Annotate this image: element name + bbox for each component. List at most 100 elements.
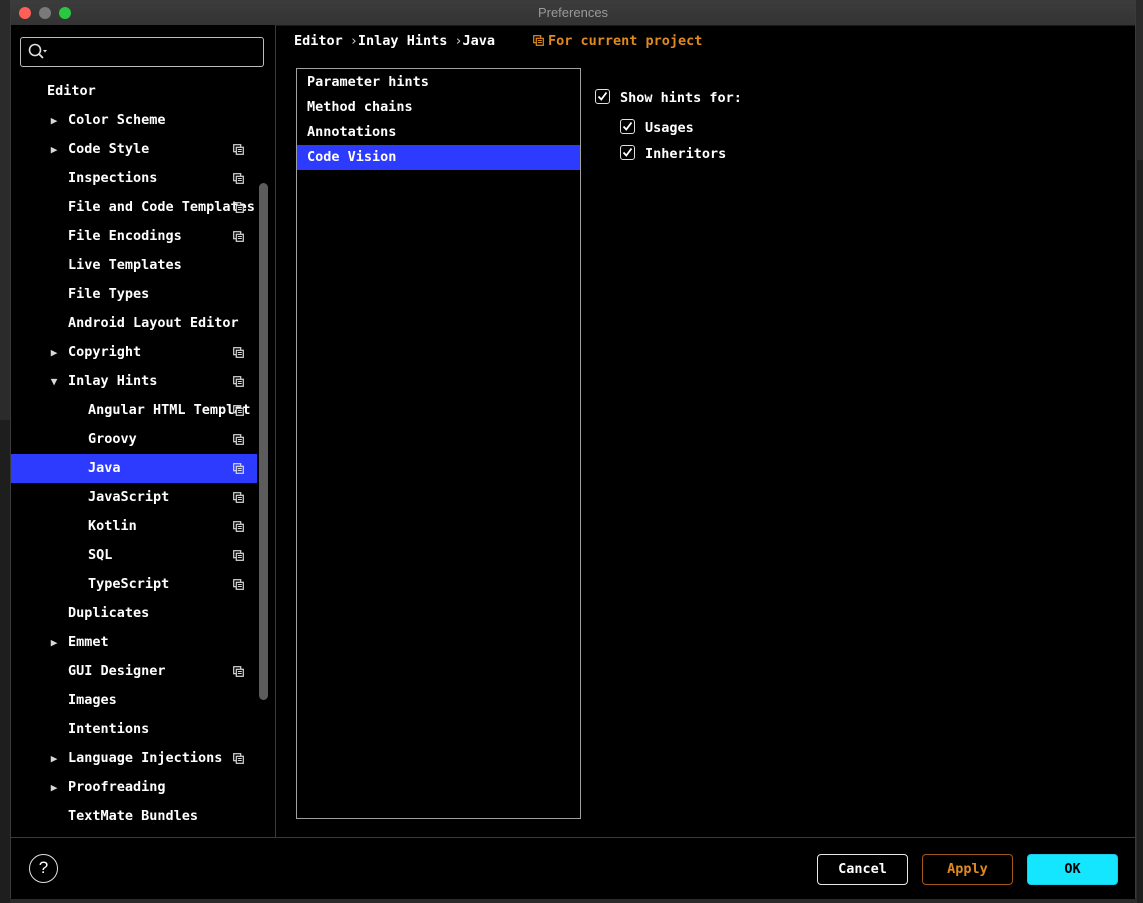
copy-icon bbox=[233, 550, 244, 561]
triangle-down-icon[interactable]: ▼ bbox=[48, 367, 60, 396]
copy-icon bbox=[233, 231, 244, 242]
sidebar-item-file-types[interactable]: File Types bbox=[11, 280, 257, 309]
copy-icon bbox=[233, 144, 244, 155]
sidebar-item-javascript[interactable]: JavaScript bbox=[11, 483, 257, 512]
breadcrumb-item: Java bbox=[462, 33, 495, 49]
show-hints-label: Show hints for: bbox=[620, 90, 742, 106]
project-scope-label: For current project bbox=[533, 33, 702, 49]
sidebar-item-label: Java bbox=[88, 460, 121, 476]
breadcrumb-separator: › bbox=[349, 33, 358, 49]
sidebar-item-angular-html-templat[interactable]: Angular HTML Templat bbox=[11, 396, 257, 425]
settings-sidebar: Editor ▶ Color Scheme ▶ Code Style Inspection… bbox=[11, 25, 276, 837]
copy-icon bbox=[233, 434, 244, 445]
sidebar-item-images[interactable]: Images bbox=[11, 686, 257, 715]
apply-button[interactable]: Apply bbox=[922, 854, 1013, 885]
sidebar-item-proofreading[interactable]: ▶ Proofreading bbox=[11, 773, 257, 802]
ok-button[interactable]: OK bbox=[1027, 854, 1118, 885]
triangle-right-icon[interactable]: ▶ bbox=[48, 338, 60, 367]
search-icon[interactable] bbox=[27, 42, 49, 62]
sidebar-item-label: Inlay Hints bbox=[68, 373, 158, 389]
sidebar-item-sql[interactable]: SQL bbox=[11, 541, 257, 570]
sidebar-item-duplicates[interactable]: Duplicates bbox=[11, 599, 257, 628]
sidebar-item-label: Editor bbox=[47, 83, 96, 99]
search-input[interactable] bbox=[20, 37, 264, 67]
breadcrumb: Editor ›Inlay Hints ›Java bbox=[294, 33, 495, 49]
sidebar-item-groovy[interactable]: Groovy bbox=[11, 425, 257, 454]
sidebar-item-label: Duplicates bbox=[68, 605, 150, 621]
copy-icon bbox=[533, 35, 544, 46]
usages-label: Usages bbox=[645, 120, 694, 136]
sidebar-item-label: Color Scheme bbox=[68, 112, 166, 128]
checkbox-box[interactable] bbox=[620, 119, 635, 134]
sidebar-item-label: Emmet bbox=[68, 634, 109, 650]
sidebar-item-file-and-code-templates[interactable]: File and Code Templates bbox=[11, 193, 257, 222]
breadcrumb-item: Editor bbox=[294, 33, 343, 49]
sidebar-item-file-encodings[interactable]: File Encodings bbox=[11, 222, 257, 251]
help-button[interactable]: ? bbox=[29, 854, 58, 883]
sidebar-item-label: JavaScript bbox=[88, 489, 170, 505]
sidebar-item-intentions[interactable]: Intentions bbox=[11, 715, 257, 744]
sidebar-scrollbar[interactable] bbox=[259, 183, 268, 700]
sidebar-item-emmet[interactable]: ▶ Emmet bbox=[11, 628, 257, 657]
triangle-right-icon[interactable]: ▶ bbox=[48, 135, 60, 164]
cancel-button[interactable]: Cancel bbox=[817, 854, 908, 885]
copy-icon bbox=[233, 579, 244, 590]
copy-icon bbox=[233, 376, 244, 387]
sidebar-item-label: Inspections bbox=[68, 170, 158, 186]
scope-text: For current project bbox=[548, 33, 703, 49]
hint-type-list: Parameter hints Method chains Annotations C… bbox=[296, 68, 581, 819]
triangle-right-icon[interactable]: ▶ bbox=[48, 744, 60, 773]
sidebar-item-inspections[interactable]: Inspections bbox=[11, 164, 257, 193]
sidebar-item-language-injections[interactable]: ▶ Language Injections bbox=[11, 744, 257, 773]
sidebar-item-textmate-bundles[interactable]: TextMate Bundles bbox=[11, 802, 257, 831]
sidebar-item-label: Images bbox=[68, 692, 117, 708]
sidebar-item-color-scheme[interactable]: ▶ Color Scheme bbox=[11, 106, 257, 135]
sidebar-item-code-style[interactable]: ▶ Code Style bbox=[11, 135, 257, 164]
checkmark-icon bbox=[622, 121, 633, 131]
dialog-footer: ? Cancel Apply OK bbox=[11, 837, 1135, 899]
hint-list-item[interactable]: Method chains bbox=[297, 95, 580, 120]
hint-list-item[interactable]: Annotations bbox=[297, 120, 580, 145]
copy-icon bbox=[233, 405, 244, 416]
sidebar-item-android-layout-editor[interactable]: Android Layout Editor bbox=[11, 309, 257, 338]
sidebar-item-kotlin[interactable]: Kotlin bbox=[11, 512, 257, 541]
checkbox-box[interactable] bbox=[620, 145, 635, 160]
sidebar-item-label: File and Code Templates bbox=[68, 199, 255, 215]
checkmark-icon bbox=[597, 91, 608, 101]
copy-icon bbox=[233, 521, 244, 532]
sidebar-item-label: Groovy bbox=[88, 431, 137, 447]
sidebar-item-copyright[interactable]: ▶ Copyright bbox=[11, 338, 257, 367]
sidebar-item-gui-designer[interactable]: GUI Designer bbox=[11, 657, 257, 686]
hint-list-item[interactable]: Parameter hints bbox=[297, 70, 580, 95]
copy-icon bbox=[233, 492, 244, 503]
sidebar-item-live-templates[interactable]: Live Templates bbox=[11, 251, 257, 280]
sidebar-item-editor[interactable]: Editor bbox=[11, 77, 257, 106]
checkbox-box[interactable] bbox=[595, 89, 610, 104]
copy-icon bbox=[233, 463, 244, 474]
triangle-right-icon[interactable]: ▶ bbox=[48, 773, 60, 802]
sidebar-item-label: Kotlin bbox=[88, 518, 137, 534]
background-editor-left bbox=[0, 420, 10, 903]
copy-icon bbox=[233, 202, 244, 213]
sidebar-item-label: Copyright bbox=[68, 344, 142, 360]
hint-list-item[interactable]: Code Vision bbox=[297, 145, 580, 170]
sidebar-item-label: Code Style bbox=[68, 141, 150, 157]
copy-icon bbox=[233, 347, 244, 358]
checkmark-icon bbox=[622, 147, 633, 157]
triangle-right-icon[interactable]: ▶ bbox=[48, 106, 60, 135]
sidebar-item-label: TypeScript bbox=[88, 576, 170, 592]
sidebar-item-typescript[interactable]: TypeScript bbox=[11, 570, 257, 599]
sidebar-item-label: SQL bbox=[88, 547, 113, 563]
titlebar: Preferences bbox=[11, 1, 1135, 26]
sidebar-item-label: Angular HTML Templat bbox=[88, 402, 251, 418]
copy-icon bbox=[233, 173, 244, 184]
sidebar-item-label: Live Templates bbox=[68, 257, 182, 273]
preferences-window: Preferences Editor ▶ Color Scheme ▶ Code Sty… bbox=[10, 0, 1136, 899]
sidebar-item-label: Proofreading bbox=[68, 779, 166, 795]
copy-icon bbox=[233, 666, 244, 677]
window-title: Preferences bbox=[537, 5, 609, 20]
sidebar-item-java[interactable]: Java bbox=[11, 454, 257, 483]
triangle-right-icon[interactable]: ▶ bbox=[48, 628, 60, 657]
sidebar-item-label: Android Layout Editor bbox=[68, 315, 239, 331]
sidebar-item-inlay-hints[interactable]: ▼ Inlay Hints bbox=[11, 367, 257, 396]
